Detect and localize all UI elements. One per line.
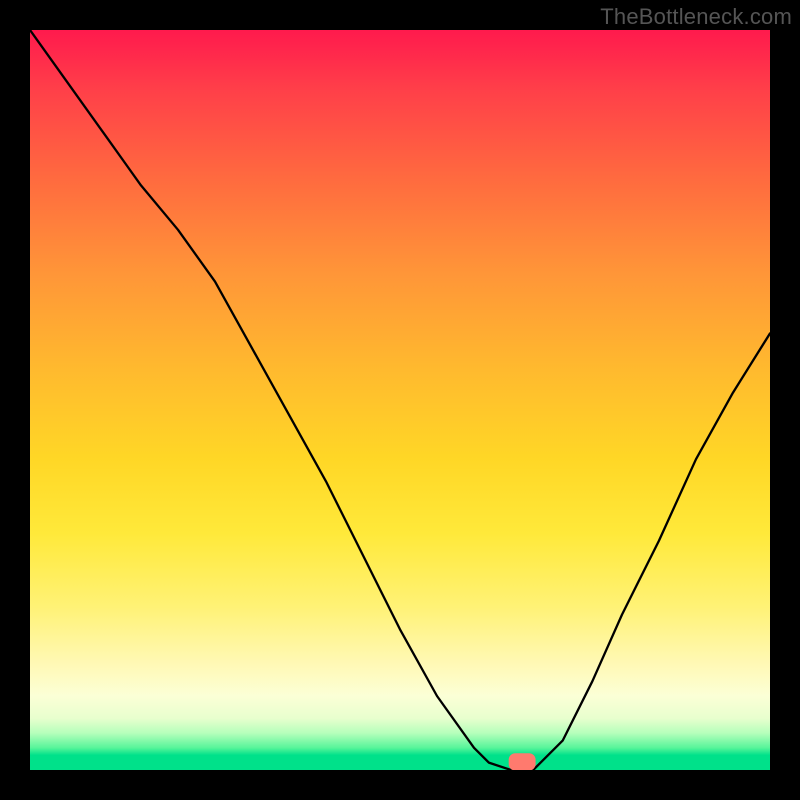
plot-area (30, 30, 770, 770)
curve-line (30, 30, 770, 770)
minimum-marker (509, 754, 535, 770)
bottleneck-curve (30, 30, 770, 770)
watermark-text: TheBottleneck.com (600, 4, 792, 30)
chart-frame: TheBottleneck.com (0, 0, 800, 800)
